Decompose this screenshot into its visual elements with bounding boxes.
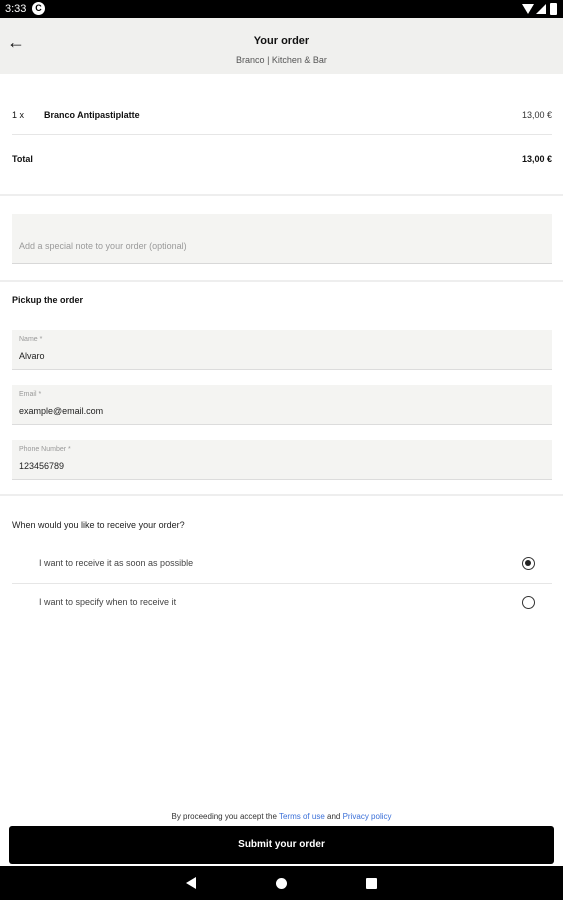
order-item-row: 1 x Branco Antipastiplatte 13,00 € bbox=[12, 110, 552, 122]
terms-and: and bbox=[327, 812, 341, 821]
app-notification-icon: C bbox=[32, 2, 45, 15]
section-divider bbox=[0, 194, 563, 196]
name-field-value: Alvaro bbox=[19, 351, 45, 361]
section-divider bbox=[0, 280, 563, 282]
total-label: Total bbox=[12, 154, 33, 164]
receive-scheduled-option[interactable]: I want to specify when to receive it bbox=[12, 584, 552, 622]
app-header: ← Your order Branco | Kitchen & Bar bbox=[0, 18, 563, 74]
note-placeholder: Add a special note to your order (option… bbox=[19, 241, 187, 251]
divider bbox=[12, 134, 552, 135]
privacy-policy-link[interactable]: Privacy policy bbox=[343, 812, 392, 821]
phone-field-label: Phone Number * bbox=[19, 446, 71, 453]
terms-of-use-link[interactable]: Terms of use bbox=[279, 812, 325, 821]
item-price: 13,00 € bbox=[521, 110, 552, 120]
item-name: Branco Antipastiplatte bbox=[44, 110, 140, 120]
submit-order-button[interactable]: Submit your order bbox=[9, 826, 554, 864]
page-title: Your order bbox=[253, 35, 310, 47]
signal-icon bbox=[536, 4, 546, 14]
email-field-label: Email * bbox=[19, 391, 42, 398]
terms-prefix: By proceeding you accept the bbox=[171, 812, 277, 821]
receive-asap-label: I want to receive it as soon as possible bbox=[39, 558, 194, 568]
phone-field[interactable]: Phone Number * 123456789 bbox=[12, 440, 552, 480]
wifi-icon bbox=[522, 4, 534, 14]
battery-icon bbox=[550, 3, 557, 15]
radio-unselected-icon[interactable] bbox=[522, 596, 535, 609]
pickup-section-title: Pickup the order bbox=[12, 295, 84, 305]
terms-notice: By proceeding you accept the Terms of us… bbox=[0, 812, 563, 821]
item-quantity: 1 x bbox=[12, 110, 25, 120]
circle-home-icon[interactable] bbox=[276, 878, 287, 889]
square-recents-icon[interactable] bbox=[366, 878, 377, 889]
restaurant-name: Branco | Kitchen & Bar bbox=[236, 55, 327, 65]
email-field[interactable]: Email * example@email.com bbox=[12, 385, 552, 425]
radio-selected-icon[interactable] bbox=[522, 557, 535, 570]
section-divider bbox=[0, 494, 563, 496]
triangle-back-icon[interactable] bbox=[186, 877, 196, 889]
total-value: 13,00 € bbox=[521, 154, 552, 164]
receive-scheduled-label: I want to specify when to receive it bbox=[39, 597, 177, 607]
name-field[interactable]: Name * Alvaro bbox=[12, 330, 552, 370]
phone-field-value: 123456789 bbox=[19, 461, 65, 471]
receive-time-question: When would you like to receive your orde… bbox=[12, 520, 185, 530]
status-time: 3:33 bbox=[5, 3, 27, 15]
radio-dot bbox=[525, 560, 531, 566]
receive-asap-option[interactable]: I want to receive it as soon as possible bbox=[12, 545, 552, 583]
system-nav-bar bbox=[0, 866, 563, 900]
special-note-input[interactable]: Add a special note to your order (option… bbox=[12, 214, 552, 264]
email-field-value: example@email.com bbox=[19, 406, 104, 416]
name-field-label: Name * bbox=[19, 336, 43, 343]
status-bar: 3:33 C bbox=[0, 0, 563, 18]
